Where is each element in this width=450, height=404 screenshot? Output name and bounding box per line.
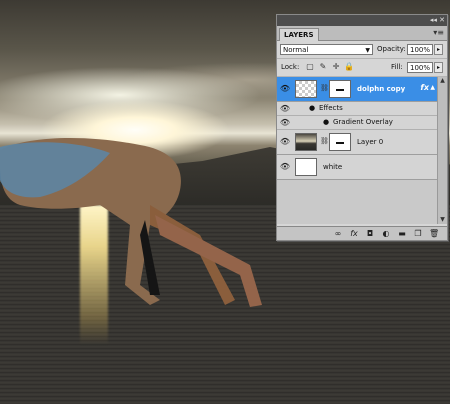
panel-tab-row: LAYERS ▾≡ xyxy=(277,26,447,41)
layer-mask-thumbnail[interactable] xyxy=(329,80,351,98)
lock-icon[interactable]: 🔒 xyxy=(344,62,354,72)
collapse-arrows-icon[interactable]: ◂◂ ✕ xyxy=(430,15,445,26)
layers-list: 👁 ⛓ dolphn copy fx ▲ 👁 ● Effects 👁 ● Gra… xyxy=(277,77,437,224)
blend-mode-select[interactable]: Normal ▼ xyxy=(280,44,373,55)
eye-icon[interactable]: 👁 xyxy=(279,136,291,148)
effects-icon: ● xyxy=(309,104,316,112)
effects-label: Effects xyxy=(319,104,343,112)
layer-name[interactable]: dolphn copy xyxy=(357,84,405,94)
layers-panel: ◂◂ ✕ LAYERS ▾≡ Normal ▼ Opacity: 100% ▸ … xyxy=(276,14,448,241)
add-style-icon[interactable]: fx xyxy=(349,229,359,238)
blend-opacity-row: Normal ▼ Opacity: 100% ▸ xyxy=(277,41,447,59)
lock-fill-row: Lock: ▢ ✎ ✛ 🔒 Fill: 100% ▸ xyxy=(277,59,447,77)
transparency-icon[interactable]: ▢ xyxy=(305,62,315,72)
chevron-down-icon: ▼ xyxy=(365,47,370,54)
lock-label: Lock: xyxy=(281,63,300,71)
scroll-up-icon[interactable]: ▲ xyxy=(438,77,447,85)
fill-field[interactable]: 100% xyxy=(407,62,433,73)
layer-thumbnail xyxy=(295,133,317,151)
move-icon[interactable]: ✛ xyxy=(331,62,341,72)
layers-bottom-toolbar: ∞ fx ◘ ◐ ▬ ❐ 🗑 xyxy=(277,226,447,240)
expand-arrow-icon[interactable]: ▲ xyxy=(430,84,435,91)
fx-icon[interactable]: fx xyxy=(420,83,429,92)
layer-row-layer-0[interactable]: 👁 ⛓ Layer 0 xyxy=(277,130,437,155)
layer-name[interactable]: white xyxy=(323,162,342,172)
layer-mask-thumbnail[interactable] xyxy=(329,133,351,151)
opacity-field[interactable]: 100% xyxy=(407,44,433,55)
chain-link-icon[interactable]: ⛓ xyxy=(320,84,329,92)
new-layer-icon[interactable]: ❐ xyxy=(413,229,423,238)
opacity-label: Opacity: xyxy=(377,45,406,53)
layer-row-white[interactable]: 👁 white xyxy=(277,155,437,180)
layers-scrollbar[interactable]: ▲ ▼ xyxy=(437,77,447,224)
opacity-stepper[interactable]: ▸ xyxy=(434,44,443,55)
folder-icon[interactable]: ▬ xyxy=(397,229,407,238)
eye-icon[interactable]: 👁 xyxy=(279,117,291,129)
eye-icon[interactable]: 👁 xyxy=(279,83,291,95)
tab-layers[interactable]: LAYERS xyxy=(279,28,319,41)
fill-stepper[interactable]: ▸ xyxy=(434,62,443,73)
effects-row[interactable]: 👁 ● Effects xyxy=(277,102,437,116)
layer-thumbnail xyxy=(295,80,317,98)
diving-figure xyxy=(0,138,262,307)
gradient-overlay-row[interactable]: 👁 ● Gradient Overlay xyxy=(277,116,437,130)
gradient-overlay-label: Gradient Overlay xyxy=(333,118,393,126)
scroll-down-icon[interactable]: ▼ xyxy=(438,216,447,224)
blend-mode-value: Normal xyxy=(283,46,309,54)
eye-icon[interactable]: 👁 xyxy=(279,161,291,173)
adjustment-icon[interactable]: ◐ xyxy=(381,229,391,238)
layer-row-dolphn-copy[interactable]: 👁 ⛓ dolphn copy fx ▲ xyxy=(277,77,437,102)
add-mask-icon[interactable]: ◘ xyxy=(365,229,375,238)
eye-icon[interactable]: 👁 xyxy=(279,103,291,115)
fill-label: Fill: xyxy=(391,63,403,71)
chain-link-icon[interactable]: ⛓ xyxy=(320,137,329,145)
brush-icon[interactable]: ✎ xyxy=(318,62,328,72)
trash-icon[interactable]: 🗑 xyxy=(429,229,439,238)
panel-menu-icon[interactable]: ▾≡ xyxy=(433,28,444,37)
layer-thumbnail xyxy=(295,158,317,176)
panel-titlebar[interactable]: ◂◂ ✕ xyxy=(277,15,447,26)
layer-name[interactable]: Layer 0 xyxy=(357,137,383,147)
effect-eye-icon: ● xyxy=(323,118,330,126)
link-layers-icon[interactable]: ∞ xyxy=(333,229,343,238)
